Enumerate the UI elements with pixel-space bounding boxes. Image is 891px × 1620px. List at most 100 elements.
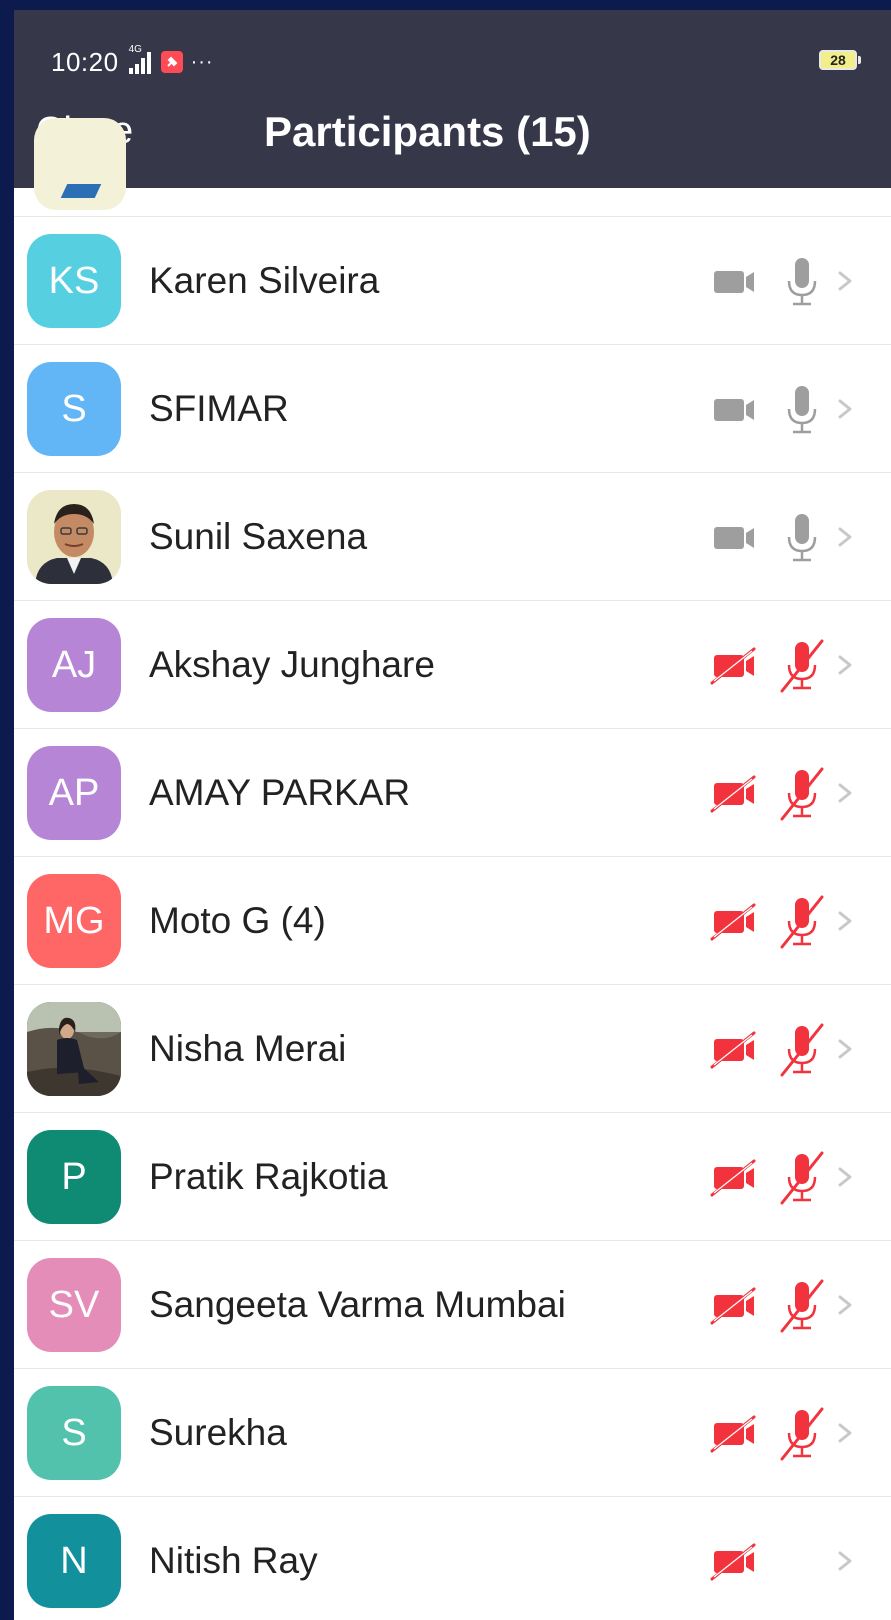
chevron-right-icon[interactable] xyxy=(830,891,860,951)
header: 10:20 4G ··· 28 Close Participants (15) xyxy=(14,10,891,188)
participant-name: Sunil Saxena xyxy=(149,516,368,557)
list-item[interactable]: MG Moto G (4) xyxy=(14,857,891,985)
status-icons xyxy=(704,635,884,695)
device-frame: 10:20 4G ··· 28 Close Participants (15) xyxy=(0,0,891,1620)
chevron-right-icon[interactable] xyxy=(830,1275,860,1335)
mic-off-icon[interactable] xyxy=(774,1019,830,1079)
avatar-initials: KS xyxy=(48,259,100,302)
avatar: KS xyxy=(27,234,121,328)
video-icon[interactable] xyxy=(704,507,764,567)
status-icons xyxy=(704,1019,884,1079)
mic-off-icon[interactable] xyxy=(774,635,830,695)
video-off-icon[interactable] xyxy=(704,1019,764,1079)
signal-icon: 4G xyxy=(128,44,151,74)
avatar-initials: AP xyxy=(48,771,100,814)
chevron-right-icon[interactable] xyxy=(830,1147,860,1207)
mic-icon[interactable] xyxy=(774,379,830,439)
avatar: S xyxy=(27,362,121,456)
avatar-initials: N xyxy=(60,1539,88,1582)
chevron-right-icon[interactable] xyxy=(830,635,860,695)
screen: 10:20 4G ··· 28 Close Participants (15) xyxy=(14,10,891,1620)
chevron-right-icon[interactable] xyxy=(830,763,860,823)
chevron-right-icon[interactable] xyxy=(830,1019,860,1079)
status-icons xyxy=(704,1403,884,1463)
video-icon[interactable] xyxy=(704,379,764,439)
list-item[interactable]: AP AMAY PARKAR xyxy=(14,729,891,857)
list-item[interactable]: KS Karen Silveira xyxy=(14,217,891,345)
notification-app-icon xyxy=(160,51,183,73)
video-off-icon[interactable] xyxy=(704,1275,764,1335)
list-item[interactable]: N Nitish Ray xyxy=(14,1497,891,1620)
avatar xyxy=(34,118,126,210)
mic-icon[interactable] xyxy=(774,251,830,311)
avatar xyxy=(27,490,121,584)
chevron-right-icon[interactable] xyxy=(830,1403,860,1463)
participant-name: Sangeeta Varma Mumbai xyxy=(149,1284,566,1325)
avatar: S xyxy=(27,1386,121,1480)
video-icon[interactable] xyxy=(704,251,764,311)
status-icons xyxy=(704,251,884,311)
mic-off-icon[interactable] xyxy=(774,1147,830,1207)
participant-name: Nitish Ray xyxy=(149,1540,318,1581)
avatar xyxy=(27,1002,121,1096)
avatar: N xyxy=(27,1514,121,1608)
list-item[interactable]: S Surekha xyxy=(14,1369,891,1497)
status-icons xyxy=(704,891,884,951)
avatar-initials: AJ xyxy=(51,643,97,686)
status-icons xyxy=(704,507,884,567)
avatar: AP xyxy=(27,746,121,840)
list-item[interactable]: SV Sangeeta Varma Mumbai xyxy=(14,1241,891,1369)
participant-name: AMAY PARKAR xyxy=(149,772,411,813)
chevron-right-icon[interactable] xyxy=(830,507,860,567)
status-time: 10:20 xyxy=(51,46,119,77)
mic-off-icon[interactable] xyxy=(774,891,830,951)
avatar: SV xyxy=(27,1258,121,1352)
avatar-initials: MG xyxy=(43,899,105,942)
status-icons xyxy=(704,1147,884,1207)
avatar-initials: SV xyxy=(48,1283,100,1326)
mic-icon[interactable] xyxy=(774,507,830,567)
page-title: Participants (15) xyxy=(264,108,591,155)
participant-name: Karen Silveira xyxy=(149,260,380,301)
participant-name: Nisha Merai xyxy=(149,1028,347,1069)
avatar: AJ xyxy=(27,618,121,712)
video-off-icon[interactable] xyxy=(704,1403,764,1463)
video-off-icon[interactable] xyxy=(704,1147,764,1207)
chevron-right-icon[interactable] xyxy=(830,251,860,311)
status-icons xyxy=(704,1531,884,1591)
mic-off-icon[interactable] xyxy=(774,763,830,823)
avatar-initials: S xyxy=(61,1411,87,1454)
mic-off-icon[interactable] xyxy=(774,1275,830,1335)
avatar: MG xyxy=(27,874,121,968)
status-icons xyxy=(704,379,884,439)
avatar-initials: S xyxy=(61,387,87,430)
battery-icon: 28 xyxy=(819,50,861,70)
battery-level: 28 xyxy=(819,50,857,70)
list-item[interactable]: AJ Akshay Junghare xyxy=(14,601,891,729)
video-off-icon[interactable] xyxy=(704,763,764,823)
network-type: 4G xyxy=(128,44,142,55)
video-off-icon[interactable] xyxy=(704,1531,764,1591)
list-item[interactable]: Sunil Saxena xyxy=(14,473,891,601)
participant-name: Pratik Rajkotia xyxy=(149,1156,388,1197)
participant-name: Moto G (4) xyxy=(149,900,326,941)
status-icons xyxy=(704,1275,884,1335)
list-item-partial[interactable] xyxy=(14,118,891,217)
chevron-right-icon[interactable] xyxy=(830,1531,860,1591)
participant-name: Akshay Junghare xyxy=(149,644,435,685)
participant-list: KS Karen Silveira S SFIMAR Sunil Saxena AJ Aks… xyxy=(14,118,891,1620)
participant-name: Surekha xyxy=(149,1412,287,1453)
list-item[interactable]: S SFIMAR xyxy=(14,345,891,473)
list-item[interactable]: P Pratik Rajkotia xyxy=(14,1113,891,1241)
chevron-right-icon[interactable] xyxy=(830,379,860,439)
avatar: P xyxy=(27,1130,121,1224)
avatar-initials: P xyxy=(61,1155,87,1198)
list-item[interactable]: Nisha Merai xyxy=(14,985,891,1113)
video-off-icon[interactable] xyxy=(704,635,764,695)
status-bar: 10:20 4G ··· xyxy=(51,42,214,82)
more-notifications-icon: ··· xyxy=(190,50,214,73)
status-icons xyxy=(704,763,884,823)
mic-off-icon[interactable] xyxy=(774,1403,830,1463)
video-off-icon[interactable] xyxy=(704,891,764,951)
participant-name: SFIMAR xyxy=(149,388,289,429)
